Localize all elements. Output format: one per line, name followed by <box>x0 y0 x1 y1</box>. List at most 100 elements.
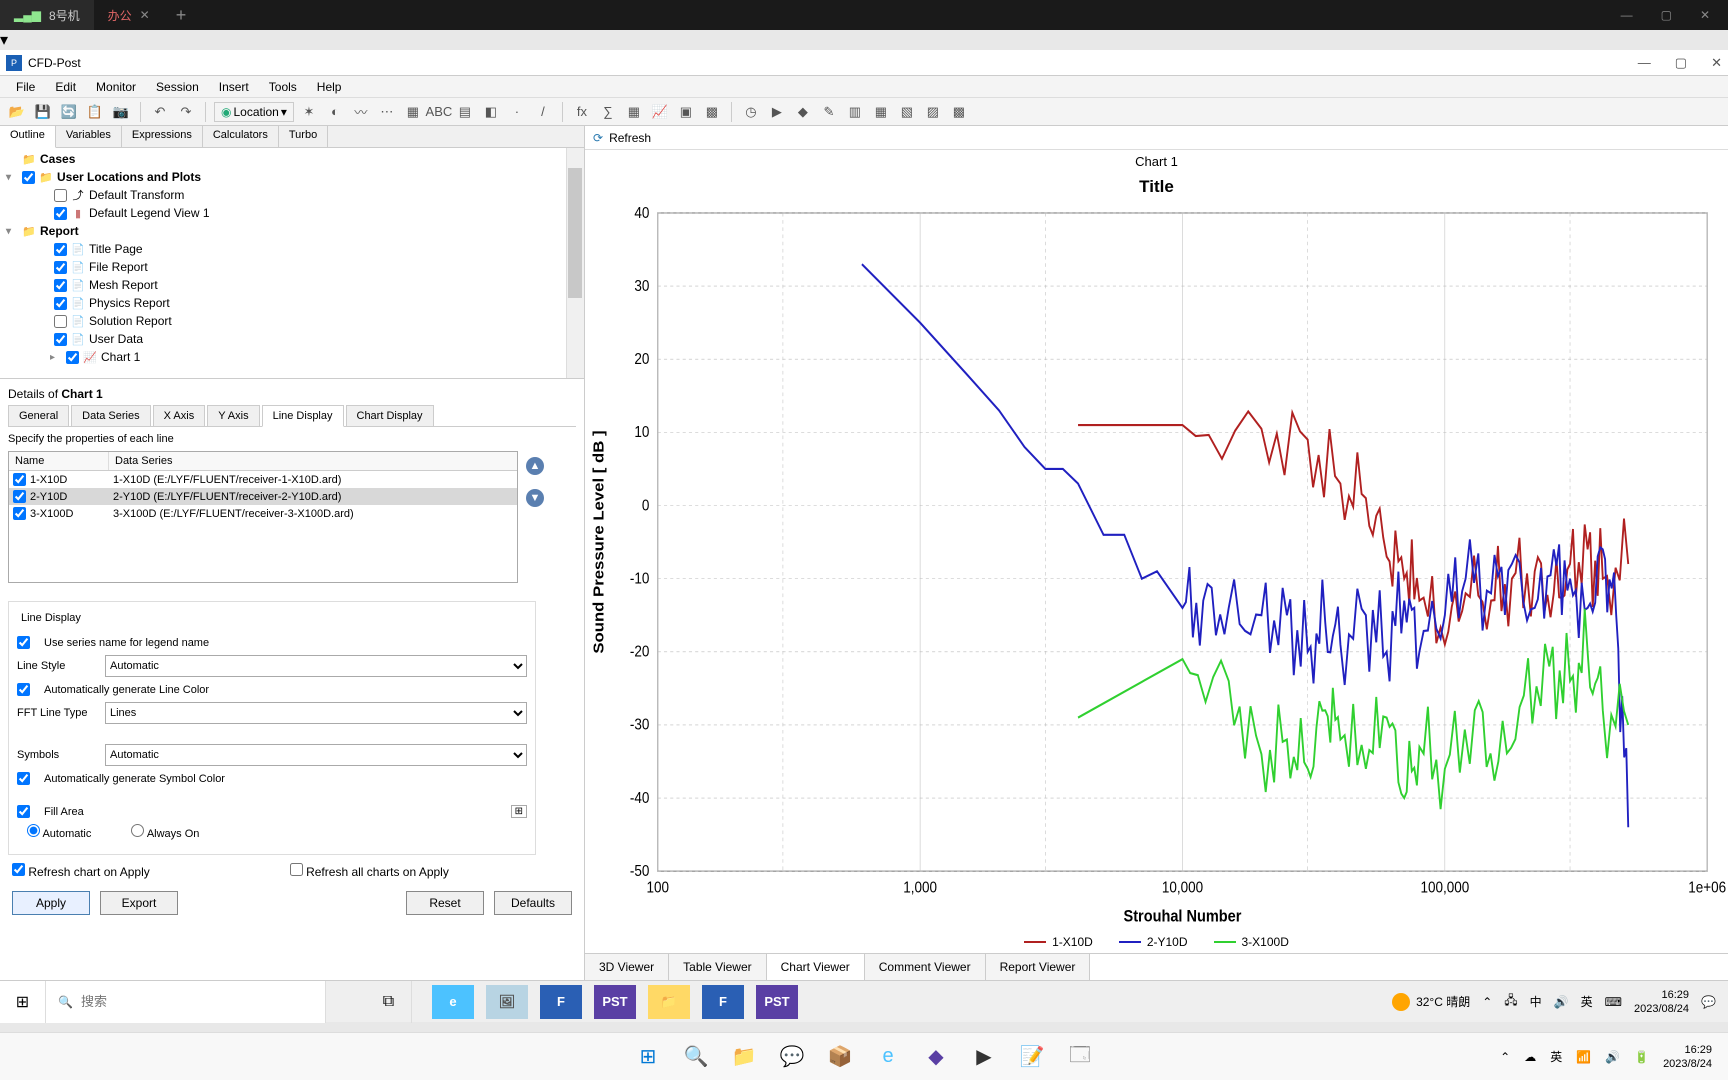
save-icon[interactable]: 💾 <box>32 101 54 123</box>
plane-icon[interactable]: ◧ <box>480 101 502 123</box>
otray-onedrive-icon[interactable]: ☁ <box>1524 1050 1536 1064</box>
tree-dl[interactable]: Default Legend View 1 <box>89 206 210 220</box>
tray-keyboard-icon[interactable]: ⌨ <box>1605 995 1622 1009</box>
outer-clock[interactable]: 16:29 2023/8/24 <box>1663 1043 1712 1071</box>
tab-xaxis[interactable]: X Axis <box>153 405 206 426</box>
tool5-icon[interactable]: ▩ <box>948 101 970 123</box>
window-close-icon[interactable]: ✕ <box>1700 8 1710 22</box>
tree-dt[interactable]: Default Transform <box>89 188 184 202</box>
variables-tab[interactable]: Variables <box>56 126 122 147</box>
app-edge-icon[interactable]: e <box>432 985 474 1019</box>
line-icon[interactable]: / <box>532 101 554 123</box>
text-icon[interactable]: ABC <box>428 101 450 123</box>
outline-tree[interactable]: 📁Cases ▾📁User Locations and Plots ⤴Defau… <box>0 148 584 378</box>
tree-fr-check[interactable] <box>54 261 67 274</box>
app-explorer-icon[interactable]: 📁 <box>648 985 690 1019</box>
app-minimize-icon[interactable]: — <box>1638 55 1651 71</box>
tray-volume-icon[interactable]: 🔊 <box>1554 995 1569 1009</box>
otray-volume-icon[interactable]: 🔊 <box>1605 1050 1620 1064</box>
app-photos-icon[interactable]: 🖼 <box>486 985 528 1019</box>
keyframe-icon[interactable]: ◆ <box>792 101 814 123</box>
tab-chart-viewer[interactable]: Chart Viewer <box>767 954 865 980</box>
tab-line-display[interactable]: Line Display <box>262 405 344 427</box>
otray-lang-icon[interactable]: 英 <box>1550 1048 1562 1065</box>
tree-ulp-check[interactable] <box>22 171 35 184</box>
fx-icon[interactable]: fx <box>571 101 593 123</box>
new-tab-button[interactable]: + <box>164 5 199 26</box>
window-minimize-icon[interactable]: — <box>1621 8 1633 22</box>
undo-icon[interactable]: ↶ <box>149 101 171 123</box>
fft-line-type-select[interactable]: Lines <box>105 702 527 724</box>
tree-ulp[interactable]: User Locations and Plots <box>57 170 201 184</box>
otray-battery-icon[interactable]: 🔋 <box>1634 1050 1649 1064</box>
tree-mr[interactable]: Mesh Report <box>89 278 158 292</box>
tree-tp-check[interactable] <box>54 243 67 256</box>
app-pst-2-icon[interactable]: PST <box>756 985 798 1019</box>
tree-cases[interactable]: Cases <box>40 152 75 166</box>
contour-icon[interactable]: ◐ <box>324 101 346 123</box>
probe-icon[interactable]: ✎ <box>818 101 840 123</box>
close-icon[interactable]: ✕ <box>140 8 150 22</box>
tree-fr[interactable]: File Report <box>89 260 148 274</box>
turbo-tab[interactable]: Turbo <box>279 126 328 147</box>
calculators-tab[interactable]: Calculators <box>203 126 279 147</box>
tool1-icon[interactable]: ▥ <box>844 101 866 123</box>
calc-icon[interactable]: ∑ <box>597 101 619 123</box>
volume-icon[interactable]: ▦ <box>402 101 424 123</box>
outline-scrollbar[interactable] <box>566 148 584 378</box>
auto-symbol-color-check[interactable] <box>17 772 30 785</box>
refresh-all-check[interactable] <box>290 863 303 876</box>
reload-icon[interactable]: 🔄 <box>58 101 80 123</box>
menu-tools[interactable]: Tools <box>259 78 307 96</box>
particle-icon[interactable]: ⋯ <box>376 101 398 123</box>
task-view-icon[interactable]: ⧉ <box>366 981 412 1023</box>
symbols-select[interactable]: Automatic <box>105 744 527 766</box>
app-maximize-icon[interactable]: ▢ <box>1675 55 1687 71</box>
timer-icon[interactable]: ◷ <box>740 101 762 123</box>
redo-icon[interactable]: ↷ <box>175 101 197 123</box>
host-tab-1[interactable]: ▂▄▆ 8号机 <box>0 0 94 30</box>
tree-report[interactable]: Report <box>40 224 79 238</box>
refresh-icon[interactable]: ⟳ <box>593 131 603 145</box>
tree-c1-check[interactable] <box>66 351 79 364</box>
tab-chart-display[interactable]: Chart Display <box>346 405 434 426</box>
tool4-icon[interactable]: ▨ <box>922 101 944 123</box>
table-icon[interactable]: ▦ <box>623 101 645 123</box>
outer-app3-icon[interactable]: 🗔 <box>1061 1038 1099 1076</box>
mesh-icon[interactable]: ▩ <box>701 101 723 123</box>
menu-monitor[interactable]: Monitor <box>86 78 146 96</box>
outline-tab[interactable]: Outline <box>0 126 56 148</box>
use-series-name-check[interactable] <box>17 636 30 649</box>
export-button[interactable]: Export <box>100 891 178 915</box>
otray-chevron-icon[interactable]: ⌃ <box>1500 1050 1510 1064</box>
tree-c1[interactable]: Chart 1 <box>101 350 140 364</box>
series-check-0[interactable] <box>13 473 26 486</box>
tree-pr-check[interactable] <box>54 297 67 310</box>
inner-search[interactable]: 🔍 <box>46 981 326 1023</box>
tab-general[interactable]: General <box>8 405 69 426</box>
tool2-icon[interactable]: ▦ <box>870 101 892 123</box>
tab-yaxis[interactable]: Y Axis <box>207 405 259 426</box>
copy-icon[interactable]: 📋 <box>84 101 106 123</box>
outer-start-icon[interactable]: ⊞ <box>629 1038 667 1076</box>
viewer-dropdown-handle[interactable]: ▾ <box>0 30 1728 50</box>
tab-3d-viewer[interactable]: 3D Viewer <box>585 954 669 980</box>
tray-chevron-icon[interactable]: ⌃ <box>1482 995 1492 1009</box>
weather-text[interactable]: 32°C 晴朗 <box>1416 993 1470 1010</box>
app-pst-1-icon[interactable]: PST <box>594 985 636 1019</box>
tree-sr[interactable]: Solution Report <box>89 314 172 328</box>
location-dropdown[interactable]: ◉ Location ▾ <box>214 102 294 122</box>
otray-wifi-icon[interactable]: 📶 <box>1576 1050 1591 1064</box>
tray-notifications-icon[interactable]: 💬 <box>1701 995 1716 1009</box>
reset-button[interactable]: Reset <box>406 891 484 915</box>
outer-notepad-icon[interactable]: 📝 <box>1013 1038 1051 1076</box>
series-row-1[interactable]: 2-Y10D 2-Y10D (E:/LYF/FLUENT/receiver-2-… <box>9 488 517 505</box>
open-icon[interactable]: 📂 <box>6 101 28 123</box>
move-up-button[interactable]: ▲ <box>526 457 544 475</box>
inner-clock[interactable]: 16:29 2023/08/24 <box>1634 988 1689 1016</box>
app-close-icon[interactable]: ✕ <box>1711 55 1722 71</box>
outer-app1-icon[interactable]: ◆ <box>917 1038 955 1076</box>
line-style-select[interactable]: Automatic <box>105 655 527 677</box>
apply-button[interactable]: Apply <box>12 891 90 915</box>
auto-line-color-check[interactable] <box>17 683 30 696</box>
